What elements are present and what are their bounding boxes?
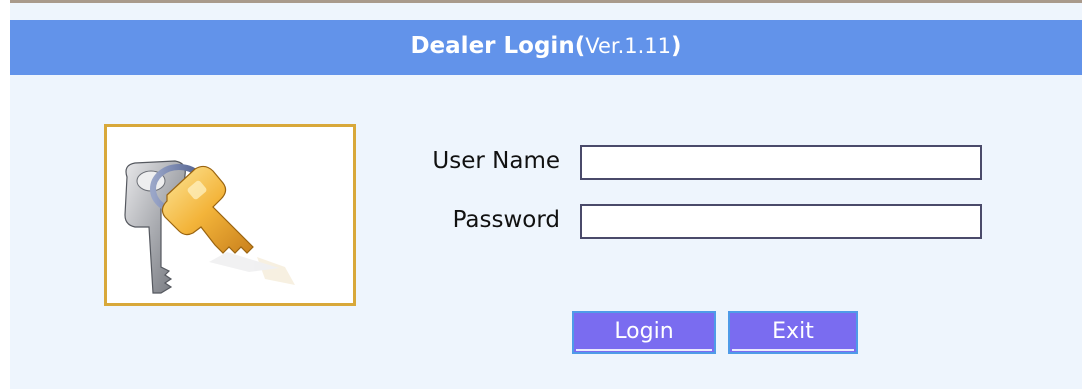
title-paren-open: ( — [574, 33, 586, 59]
title-paren-close: ) — [671, 33, 682, 59]
password-input[interactable] — [580, 204, 982, 239]
exit-button[interactable]: Exit — [728, 311, 858, 354]
username-input[interactable] — [580, 145, 982, 180]
username-label: User Name — [432, 148, 560, 174]
login-window: Dealer Login(Ver.1.11) User Name Passwor… — [10, 0, 1082, 389]
login-image-frame — [104, 124, 356, 306]
title-bar: Dealer Login(Ver.1.11) — [10, 20, 1082, 75]
password-label: Password — [452, 207, 560, 233]
login-button[interactable]: Login — [572, 311, 716, 354]
window-title: Dealer Login — [410, 33, 575, 59]
version-label: Ver.1.11 — [585, 34, 672, 58]
keys-icon — [124, 160, 295, 294]
